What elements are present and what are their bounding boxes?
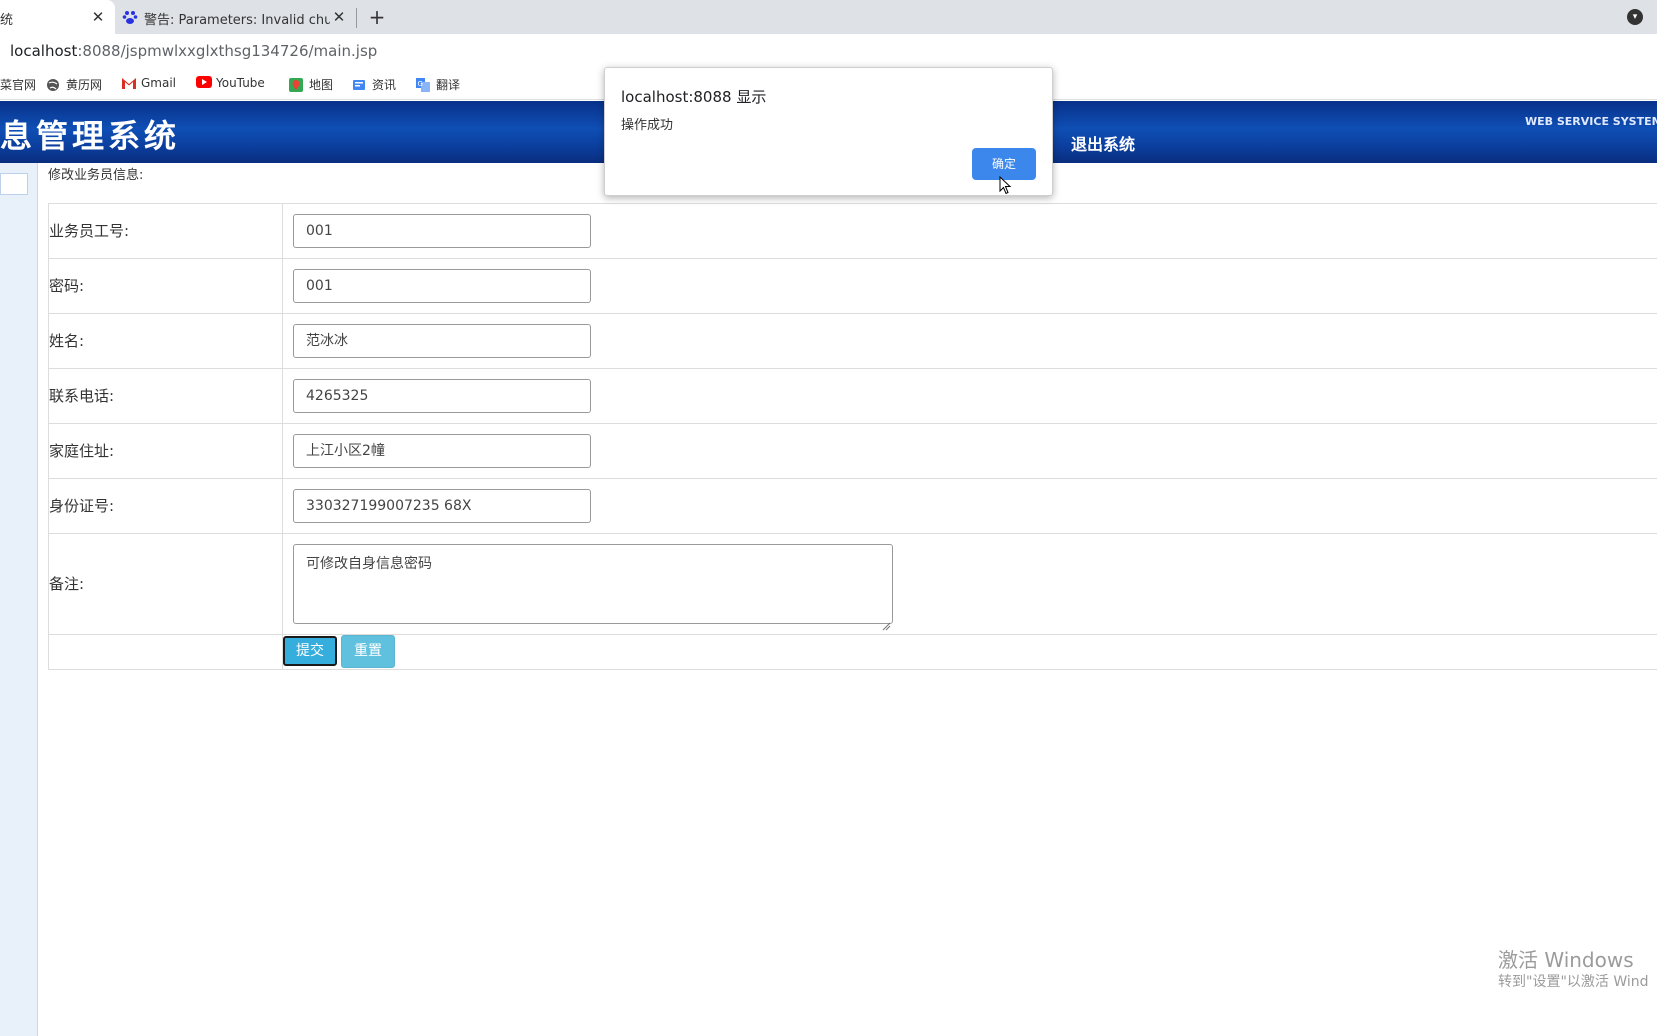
form-row-notes: 备注: 可修改自身信息密码 [48,534,1657,635]
header-tagline: WEB SERVICE SYSTEM [1525,115,1657,128]
field-label: 联系电话: [49,387,115,405]
alert-dialog: localhost:8088 显示 操作成功 确定 [604,67,1053,196]
bookmark-label: 翻译 [436,78,461,92]
salesperson-edit-form: 业务员工号: 001 密码: 001 姓名: 范冰冰 联系电话: 4265325… [48,203,1657,670]
bookmark-label: 地图 [309,78,334,92]
url-path: :8088/jspmwlxxglxthsg134726/main.jsp [77,42,378,60]
url-text[interactable]: localhost:8088/jspmwlxxglxthsg134726/mai… [10,42,377,60]
field-label: 家庭住址: [49,442,115,460]
bookmark-item[interactable]: 黄历网 [46,76,102,93]
bookmark-item[interactable]: YouTube [196,76,265,90]
field-label: 密码: [49,277,85,295]
bookmark-label: Gmail [141,76,177,90]
left-sidebar [0,163,38,1036]
dialog-title: localhost:8088 显示 [621,88,767,106]
bookmark-item[interactable]: 地图 [289,76,333,93]
close-tab-icon[interactable]: ✕ [330,8,348,26]
baidu-paw-icon [122,9,138,25]
reset-button[interactable]: 重置 [341,635,395,668]
youtube-icon [196,76,212,90]
form-row-name: 姓名: 范冰冰 [48,314,1657,369]
sidebar-menu-item[interactable] [0,173,28,195]
bookmark-label: 资讯 [372,78,397,92]
address-bar[interactable]: localhost:8088/jspmwlxxglxthsg134726/mai… [0,34,1657,68]
new-tab-plus-icon[interactable]: + [366,6,388,28]
bookmark-item[interactable]: 菜官网 [0,76,36,93]
mouse-cursor-icon [999,176,1012,195]
system-title: 息管理系统 [0,117,181,155]
form-row-idcard: 身份证号: 330327199007235 68X [48,479,1657,534]
tab-search-chevron-icon[interactable]: ▾ [1627,9,1643,25]
form-row-address: 家庭住址: 上江小区2幢 [48,424,1657,479]
tab-title: 警告: Parameters: Invalid chun [144,13,330,28]
close-tab-icon[interactable]: ✕ [89,8,107,26]
tab-warning[interactable]: 警告: Parameters: Invalid chun ✕ [118,0,356,34]
bookmark-label: 菜官网 [0,78,37,92]
browser-tab-strip: 统 ✕ 警告: Parameters: Invalid chun ✕ + ▾ [0,0,1657,34]
phone-input[interactable]: 4265325 [293,379,591,413]
bookmark-label: 黄历网 [66,78,103,92]
logout-link[interactable]: 退出系统 [1071,131,1135,155]
field-label: 业务员工号: [49,222,130,240]
bookmark-label: YouTube [216,76,265,90]
translate-icon: G [416,77,430,92]
resize-handle-icon[interactable] [881,621,891,631]
address-input[interactable]: 上江小区2幢 [293,434,591,468]
field-label: 姓名: [49,332,85,350]
news-icon [352,78,366,92]
id-card-input[interactable]: 330327199007235 68X [293,489,591,523]
maps-icon [289,77,303,92]
tab-current[interactable]: 统 ✕ [0,0,115,34]
field-label: 身份证号: [49,497,115,515]
submit-button[interactable]: 提交 [283,636,337,666]
form-row-password: 密码: 001 [48,259,1657,314]
field-label: 备注: [49,575,85,593]
form-row-phone: 联系电话: 4265325 [48,369,1657,424]
tab-divider [356,8,357,28]
page-title: 修改业务员信息: [48,168,144,183]
bookmark-item[interactable]: 资讯 [352,76,396,93]
bookmark-item[interactable]: G 翻译 [416,76,460,93]
url-host: localhost [10,42,78,60]
dialog-message: 操作成功 [621,118,674,133]
employee-id-input[interactable]: 001 [293,214,591,248]
globe-icon [46,78,60,92]
gmail-icon [121,76,136,90]
svg-text:G: G [418,80,423,88]
bookmark-item[interactable]: Gmail [121,76,176,90]
tab-title: 统 [0,13,14,28]
windows-activation-hint: 转到"设置"以激活 Wind [1498,974,1649,990]
password-input[interactable]: 001 [293,269,591,303]
form-row-actions: 提交 重置 [48,635,1657,670]
notes-textarea[interactable]: 可修改自身信息密码 [293,544,893,624]
form-row-id: 业务员工号: 001 [48,204,1657,259]
windows-activation-watermark: 激活 Windows [1498,948,1634,972]
name-input[interactable]: 范冰冰 [293,324,591,358]
